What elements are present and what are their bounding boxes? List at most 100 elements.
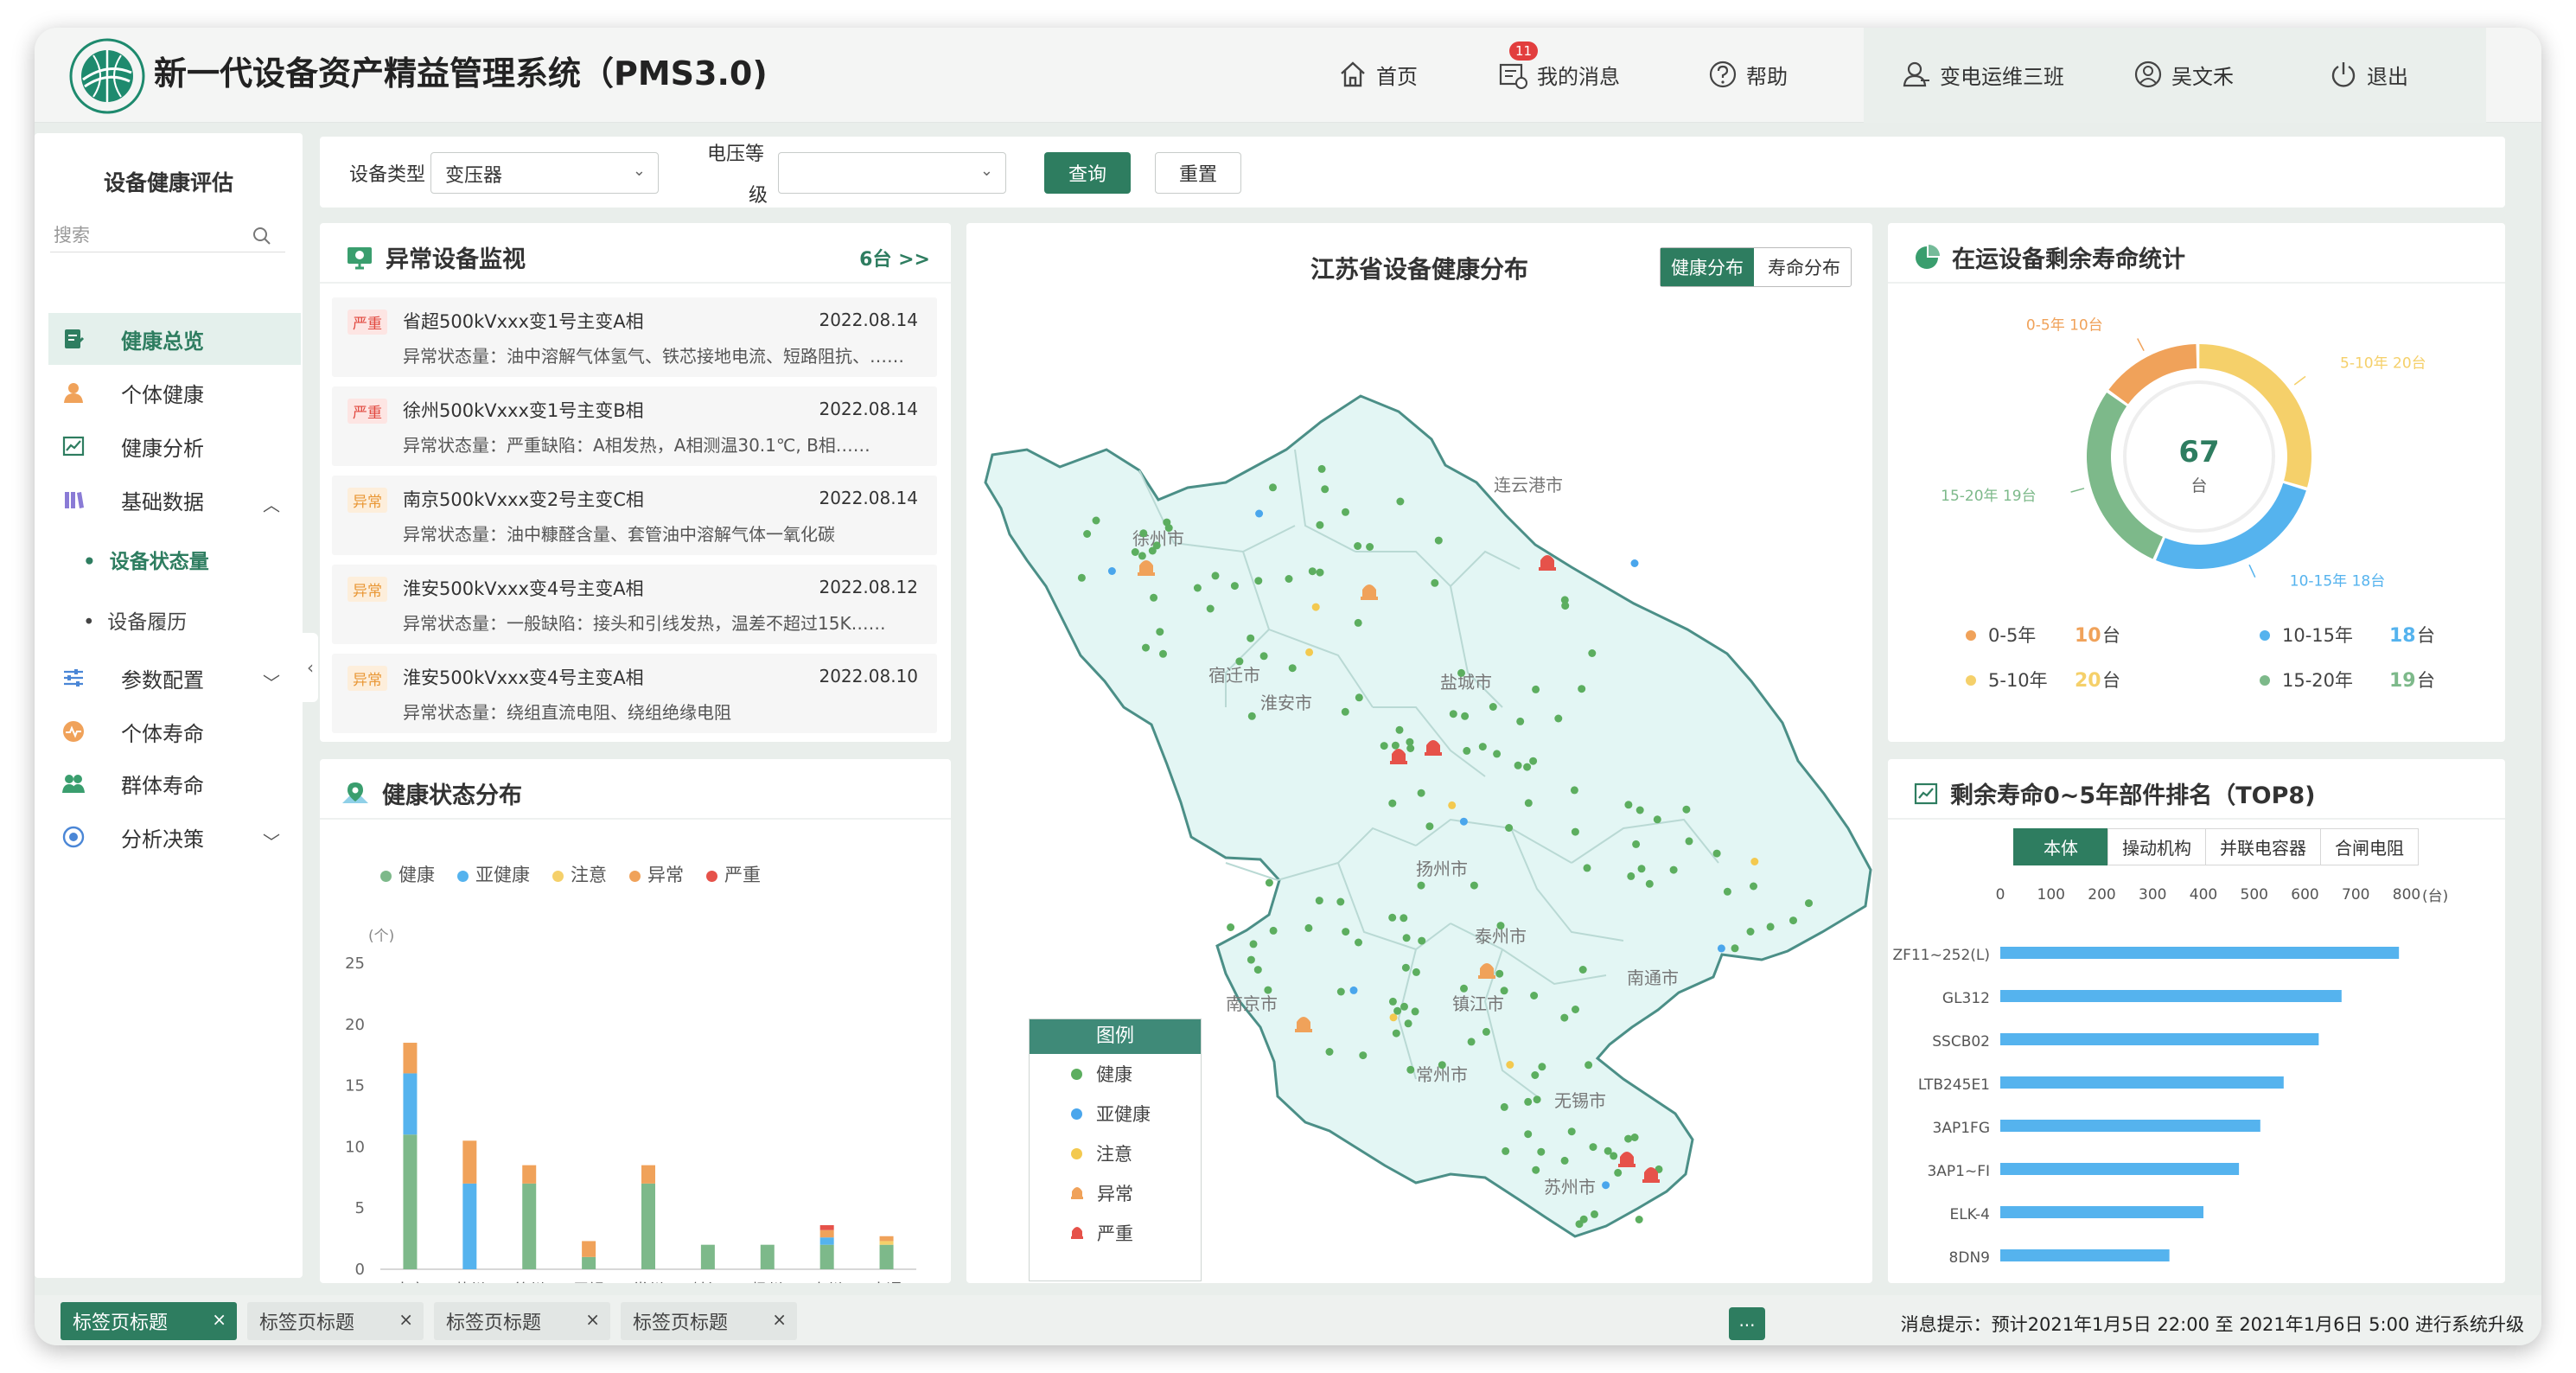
device-marker[interactable] <box>1591 1210 1598 1218</box>
device-marker[interactable] <box>1254 577 1263 585</box>
device-marker[interactable] <box>1516 717 1525 725</box>
device-marker[interactable] <box>1156 628 1164 636</box>
city-label[interactable]: 南通市 <box>1627 967 1679 988</box>
device-marker[interactable] <box>1500 987 1508 995</box>
sidebar-collapse-toggle[interactable]: ‹ <box>303 633 318 702</box>
device-marker[interactable] <box>1529 757 1538 765</box>
device-marker[interactable] <box>1341 707 1349 716</box>
device-marker[interactable] <box>1077 573 1086 582</box>
abnormal-list-item[interactable]: 异常 淮安500kVxxx变4号主变A相 2022.08.10 异常状态量：绕组… <box>332 654 937 733</box>
city-label[interactable]: 连云港市 <box>1494 475 1563 495</box>
nav-home[interactable]: 首页 <box>1338 50 1418 99</box>
device-marker[interactable] <box>1247 712 1256 720</box>
device-marker[interactable] <box>1259 652 1268 661</box>
device-marker[interactable] <box>1325 1048 1334 1056</box>
sidebar-search-input[interactable]: 搜索 <box>50 218 285 252</box>
device-marker[interactable] <box>1400 914 1408 923</box>
tab-closing-resistor[interactable]: 合闸电阻 <box>2320 828 2419 865</box>
close-icon[interactable]: × <box>585 1309 600 1330</box>
search-icon[interactable] <box>252 227 271 246</box>
city-label[interactable]: 宿迁市 <box>1208 665 1260 686</box>
device-marker[interactable] <box>1523 763 1532 771</box>
device-marker[interactable] <box>1380 742 1388 750</box>
device-marker[interactable] <box>1502 1146 1510 1155</box>
device-marker[interactable] <box>1575 1220 1584 1229</box>
device-marker[interactable] <box>1614 1168 1623 1177</box>
device-marker[interactable] <box>1388 799 1397 808</box>
device-marker[interactable] <box>1253 966 1262 974</box>
page-tab[interactable]: 标签页标题 × <box>61 1302 237 1340</box>
device-marker[interactable] <box>1463 746 1471 755</box>
device-marker[interactable] <box>1624 1134 1633 1143</box>
device-marker[interactable] <box>1366 543 1374 551</box>
device-marker[interactable] <box>1265 878 1273 887</box>
sidebar-subitem-device-state[interactable]: • 设备状态量 <box>83 545 209 574</box>
device-marker[interactable] <box>1537 1147 1546 1156</box>
device-marker[interactable] <box>1460 984 1468 993</box>
tab-body[interactable]: 本体 <box>2013 828 2108 865</box>
page-tab[interactable]: 标签页标题 × <box>434 1302 610 1340</box>
device-marker[interactable] <box>1685 837 1693 846</box>
device-marker[interactable] <box>1653 815 1661 824</box>
city-label[interactable]: 无锡市 <box>1554 1090 1606 1111</box>
reset-button[interactable]: 重置 <box>1155 152 1241 194</box>
device-marker[interactable] <box>1230 582 1239 591</box>
device-marker[interactable] <box>1746 928 1755 936</box>
device-marker[interactable] <box>1561 602 1570 610</box>
device-marker[interactable] <box>1083 530 1092 538</box>
device-marker[interactable] <box>1404 1019 1412 1028</box>
sidebar-item-health-analysis[interactable]: 健康分析 <box>48 420 301 472</box>
city-label[interactable]: 扬州市 <box>1416 859 1468 879</box>
device-marker[interactable] <box>1288 664 1297 673</box>
life-legend-item[interactable]: 0-5年 10 台 <box>1966 625 2120 647</box>
life-legend-item[interactable]: 5-10年 20 台 <box>1966 670 2120 692</box>
device-marker[interactable] <box>1524 799 1533 808</box>
device-marker[interactable] <box>1583 864 1591 872</box>
sidebar-item-individual-health[interactable]: 个体健康 <box>48 367 301 418</box>
device-marker[interactable] <box>1150 593 1158 602</box>
device-marker[interactable] <box>1578 966 1587 974</box>
tab-shunt-capacitor[interactable]: 并联电容器 <box>2205 828 2321 865</box>
device-marker[interactable] <box>1560 1156 1569 1165</box>
device-marker[interactable] <box>1342 928 1350 936</box>
device-marker[interactable] <box>1712 849 1721 858</box>
device-marker[interactable] <box>1489 703 1497 711</box>
voltage-select[interactable]: ⌄ <box>778 152 1006 194</box>
tab-operating-mechanism[interactable]: 操动机构 <box>2107 828 2206 865</box>
sidebar-item-health-overview[interactable]: 健康总览 <box>48 313 301 365</box>
device-marker[interactable] <box>1342 508 1349 516</box>
device-marker[interactable] <box>1417 789 1425 797</box>
device-marker[interactable] <box>1602 1181 1610 1190</box>
city-label[interactable]: 盐城市 <box>1440 672 1492 693</box>
device-marker[interactable] <box>1750 882 1757 891</box>
device-marker[interactable] <box>1391 741 1400 750</box>
device-marker[interactable] <box>1401 963 1410 972</box>
device-marker[interactable] <box>1630 1134 1639 1141</box>
device-marker[interactable] <box>1389 1013 1398 1022</box>
device-marker[interactable] <box>1264 986 1272 994</box>
device-marker[interactable] <box>1269 926 1278 935</box>
device-marker[interactable] <box>1571 827 1579 836</box>
device-marker[interactable] <box>1402 934 1411 942</box>
life-legend-item[interactable]: 10-15年 18 台 <box>2260 625 2435 647</box>
sidebar-item-analysis-decision[interactable]: 分析决策 ﹀ <box>48 811 301 863</box>
device-marker[interactable] <box>1750 858 1759 865</box>
device-marker[interactable] <box>1637 865 1646 873</box>
device-marker[interactable] <box>1107 567 1116 575</box>
nav-team[interactable]: 变电运维三班 <box>1902 50 2064 99</box>
device-marker[interactable] <box>1635 1216 1643 1223</box>
close-icon[interactable]: × <box>772 1309 787 1330</box>
device-marker[interactable] <box>1766 923 1775 931</box>
device-marker[interactable] <box>1336 897 1345 906</box>
device-marker[interactable] <box>1336 987 1345 996</box>
sidebar-item-param-config[interactable]: 参数配置 ﹀ <box>48 652 301 704</box>
device-marker[interactable] <box>1411 1007 1419 1016</box>
device-marker[interactable] <box>1506 1061 1514 1069</box>
device-marker[interactable] <box>1588 649 1597 657</box>
device-marker[interactable] <box>1131 548 1139 556</box>
device-marker[interactable] <box>1530 992 1539 999</box>
device-marker[interactable] <box>1496 922 1505 930</box>
device-marker[interactable] <box>1321 485 1329 494</box>
nav-help[interactable]: 帮助 <box>1708 50 1788 99</box>
device-marker[interactable] <box>1627 872 1636 880</box>
